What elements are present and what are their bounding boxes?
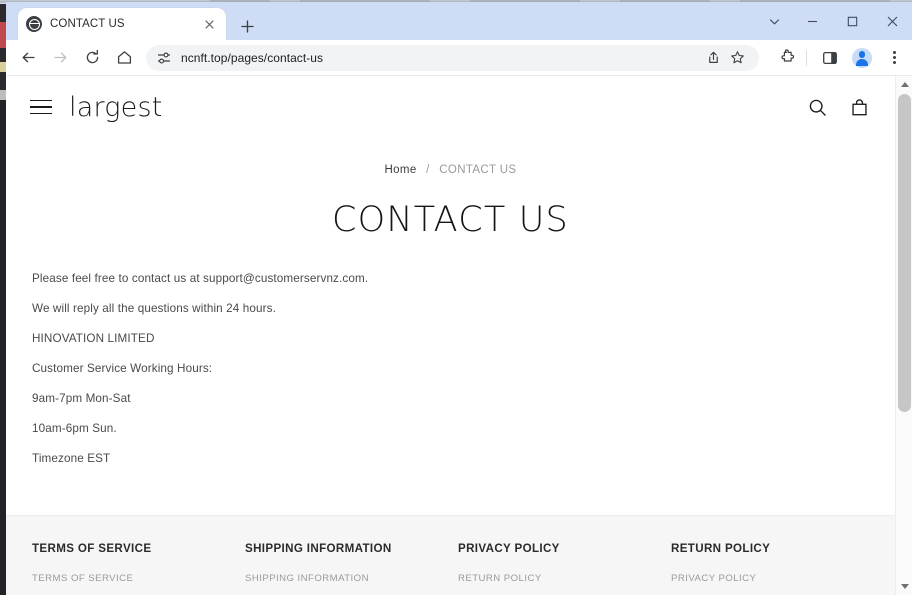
maximize-icon bbox=[847, 16, 857, 26]
footer-column: SHIPPING INFORMATION SHIPPING INFORMATIO… bbox=[245, 542, 458, 595]
tab-title: CONTACT US bbox=[50, 18, 125, 30]
page-body: Please feel free to contact us at suppor… bbox=[6, 271, 895, 467]
footer-column: TERMS OF SERVICE TERMS OF SERVICE bbox=[32, 542, 245, 595]
close-icon[interactable] bbox=[200, 15, 218, 33]
site-settings-icon[interactable] bbox=[156, 50, 172, 66]
home-button[interactable] bbox=[110, 44, 138, 72]
screen: CONTACT US ncnft.top/pages/contact-us la… bbox=[0, 0, 912, 595]
tab-search-button[interactable] bbox=[756, 4, 792, 38]
url-text: ncnft.top/pages/contact-us bbox=[181, 50, 324, 65]
browser-menu-button[interactable] bbox=[880, 44, 908, 72]
cart-bag-icon[interactable] bbox=[847, 95, 871, 119]
minimize-button[interactable] bbox=[792, 4, 832, 38]
footer-column: RETURN POLICY PRIVACY POLICY bbox=[671, 542, 884, 595]
breadcrumb-home-link[interactable]: Home bbox=[385, 164, 417, 176]
reload-button[interactable] bbox=[78, 44, 106, 72]
breadcrumb-current: CONTACT US bbox=[439, 164, 517, 176]
body-paragraph: Timezone EST bbox=[32, 451, 111, 465]
footer-heading: SHIPPING INFORMATION bbox=[245, 542, 392, 555]
breadcrumb: Home / CONTACT US bbox=[6, 164, 895, 176]
body-paragraph: 9am-7pm Mon-Sat bbox=[32, 391, 131, 405]
body-paragraph: Customer Service Working Hours: bbox=[32, 361, 213, 375]
footer-link[interactable]: TERMS OF SERVICE bbox=[32, 571, 245, 586]
arrow-right-icon bbox=[53, 52, 66, 63]
browser-toolbar: ncnft.top/pages/contact-us bbox=[6, 40, 912, 76]
site-logo[interactable]: largest bbox=[69, 94, 163, 121]
body-paragraph: We will reply all the questions within 2… bbox=[32, 301, 276, 315]
chevron-down-icon bbox=[769, 18, 779, 25]
new-tab-button[interactable] bbox=[234, 13, 260, 39]
back-button[interactable] bbox=[14, 44, 42, 72]
maximize-button[interactable] bbox=[832, 4, 872, 38]
footer-heading: RETURN POLICY bbox=[671, 542, 771, 555]
page-viewport: largest Home / CONTACT US CONTACT US Ple… bbox=[6, 76, 912, 595]
web-page: largest Home / CONTACT US CONTACT US Ple… bbox=[6, 76, 895, 595]
body-paragraph: 10am-6pm Sun. bbox=[32, 421, 117, 435]
globe-icon bbox=[26, 16, 42, 32]
reload-icon bbox=[86, 49, 98, 64]
side-panel-icon[interactable] bbox=[816, 44, 844, 72]
breadcrumb-separator: / bbox=[426, 164, 430, 176]
toolbar-divider bbox=[806, 49, 807, 66]
footer-link[interactable]: SHIPPING INFORMATION bbox=[245, 571, 458, 586]
browser-window: CONTACT US ncnft.top/pages/contact-us la… bbox=[6, 2, 912, 595]
forward-button[interactable] bbox=[46, 44, 74, 72]
close-window-icon bbox=[887, 16, 897, 26]
window-controls bbox=[756, 2, 912, 40]
footer-heading: TERMS OF SERVICE bbox=[32, 542, 152, 555]
scroll-down-arrow[interactable] bbox=[896, 578, 912, 595]
extensions-icon[interactable] bbox=[773, 44, 801, 72]
avatar bbox=[852, 47, 872, 68]
close-glyph bbox=[204, 19, 214, 29]
browser-tab[interactable]: CONTACT US bbox=[18, 8, 226, 40]
scrollbar-thumb[interactable] bbox=[898, 94, 911, 412]
bookmark-star-icon[interactable] bbox=[725, 46, 749, 70]
page-title: CONTACT US bbox=[332, 200, 569, 240]
site-footer: TERMS OF SERVICE TERMS OF SERVICE SHIPPI… bbox=[6, 515, 895, 595]
close-window-button[interactable] bbox=[872, 4, 912, 38]
omnibox-actions bbox=[701, 46, 749, 70]
scroll-up-arrow[interactable] bbox=[896, 76, 912, 93]
tab-strip: CONTACT US bbox=[6, 2, 912, 40]
footer-column: PRIVACY POLICY RETURN POLICY bbox=[458, 542, 671, 595]
share-icon[interactable] bbox=[701, 46, 725, 70]
site-header-actions bbox=[805, 95, 871, 119]
address-bar[interactable]: ncnft.top/pages/contact-us bbox=[146, 44, 759, 71]
vertical-scrollbar[interactable] bbox=[895, 76, 912, 595]
home-icon bbox=[117, 51, 131, 64]
arrow-left-icon bbox=[22, 52, 35, 63]
search-icon[interactable] bbox=[805, 95, 829, 119]
site-header: largest bbox=[6, 76, 895, 138]
footer-link[interactable]: RETURN POLICY bbox=[458, 571, 671, 586]
body-paragraph: HINOVATION LIMITED bbox=[32, 331, 155, 345]
minimize-icon bbox=[807, 20, 817, 22]
kebab-icon bbox=[892, 50, 896, 65]
profile-avatar[interactable] bbox=[848, 44, 876, 72]
toolbar-right-actions bbox=[765, 44, 908, 72]
hamburger-menu-icon[interactable] bbox=[30, 99, 52, 115]
body-paragraph: Please feel free to contact us at suppor… bbox=[32, 272, 369, 285]
footer-heading: PRIVACY POLICY bbox=[458, 542, 560, 555]
footer-link[interactable]: PRIVACY POLICY bbox=[671, 571, 884, 586]
plus-icon bbox=[240, 19, 254, 33]
